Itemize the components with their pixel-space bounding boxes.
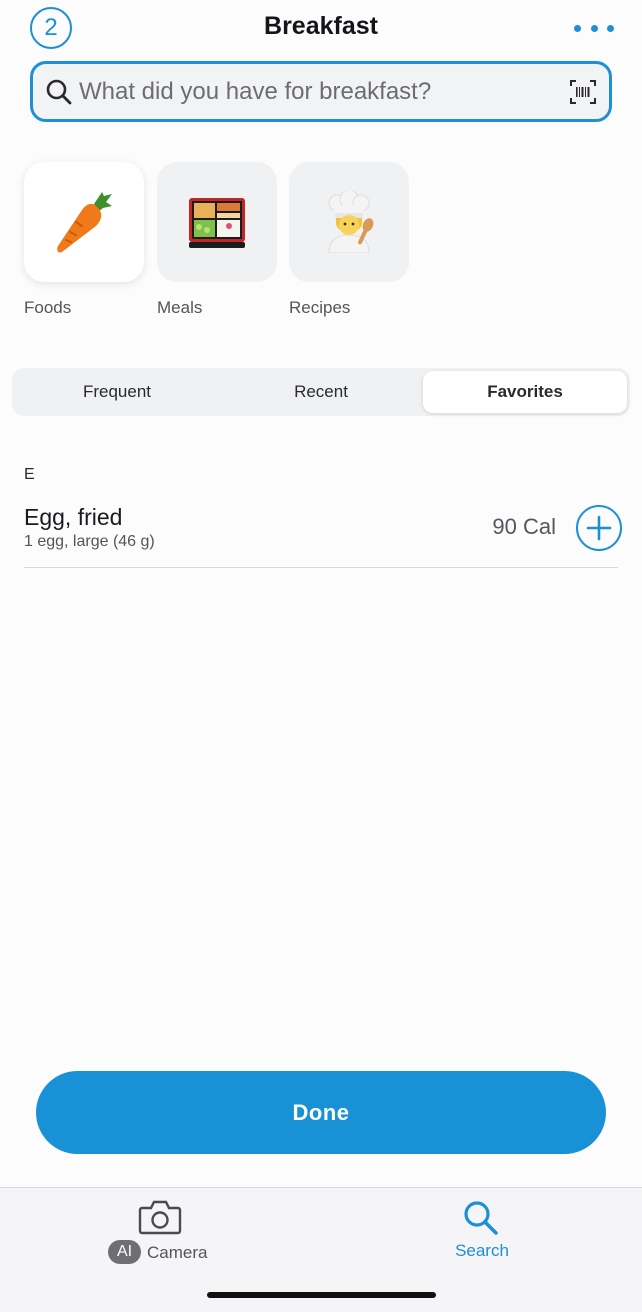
food-name: Egg, fried <box>24 504 123 530</box>
camera-label: Camera <box>147 1243 208 1262</box>
barcode-scan-icon[interactable] <box>569 78 597 106</box>
tab-frequent[interactable]: Frequent <box>15 371 219 413</box>
search-bar[interactable] <box>30 61 612 122</box>
food-calories: 90 Cal <box>492 514 556 539</box>
carrot-icon <box>57 192 112 253</box>
done-button[interactable]: Done <box>36 1071 606 1154</box>
search-icon <box>464 1201 498 1235</box>
search-tab-label: Search <box>455 1241 509 1260</box>
page-title: Breakfast <box>264 12 378 40</box>
add-food-button[interactable] <box>576 505 622 551</box>
category-label: Recipes <box>289 298 351 317</box>
bento-box-icon <box>189 198 245 248</box>
header: 2 Breakfast <box>0 0 642 56</box>
tab-favorites[interactable]: Favorites <box>423 371 627 413</box>
category-meals[interactable]: Meals <box>157 162 277 318</box>
category-tile[interactable] <box>24 162 144 282</box>
category-recipes[interactable]: Recipes <box>289 162 409 318</box>
category-foods[interactable]: Foods <box>24 162 144 318</box>
category-tile[interactable] <box>289 162 409 282</box>
camera-icon <box>138 1200 182 1235</box>
list-item[interactable]: Egg, fried 1 egg, large (46 g) 90 Cal <box>24 496 622 568</box>
home-indicator <box>207 1292 436 1298</box>
plus-icon <box>586 515 612 541</box>
tab-recent[interactable]: Recent <box>219 371 423 413</box>
more-options-icon[interactable] <box>574 18 614 38</box>
category-tile[interactable] <box>157 162 277 282</box>
category-label: Foods <box>24 298 72 317</box>
search-input[interactable] <box>79 64 549 119</box>
section-header: E <box>24 466 35 483</box>
food-serving: 1 egg, large (46 g) <box>24 533 155 550</box>
nav-ai-camera[interactable]: AI Camera <box>100 1188 220 1278</box>
history-tabs: Frequent Recent Favorites <box>12 368 630 416</box>
category-label: Meals <box>157 298 203 317</box>
nav-search[interactable]: Search <box>440 1188 524 1278</box>
chef-icon <box>328 191 374 253</box>
search-icon <box>46 79 72 105</box>
ai-badge: AI <box>108 1240 142 1264</box>
